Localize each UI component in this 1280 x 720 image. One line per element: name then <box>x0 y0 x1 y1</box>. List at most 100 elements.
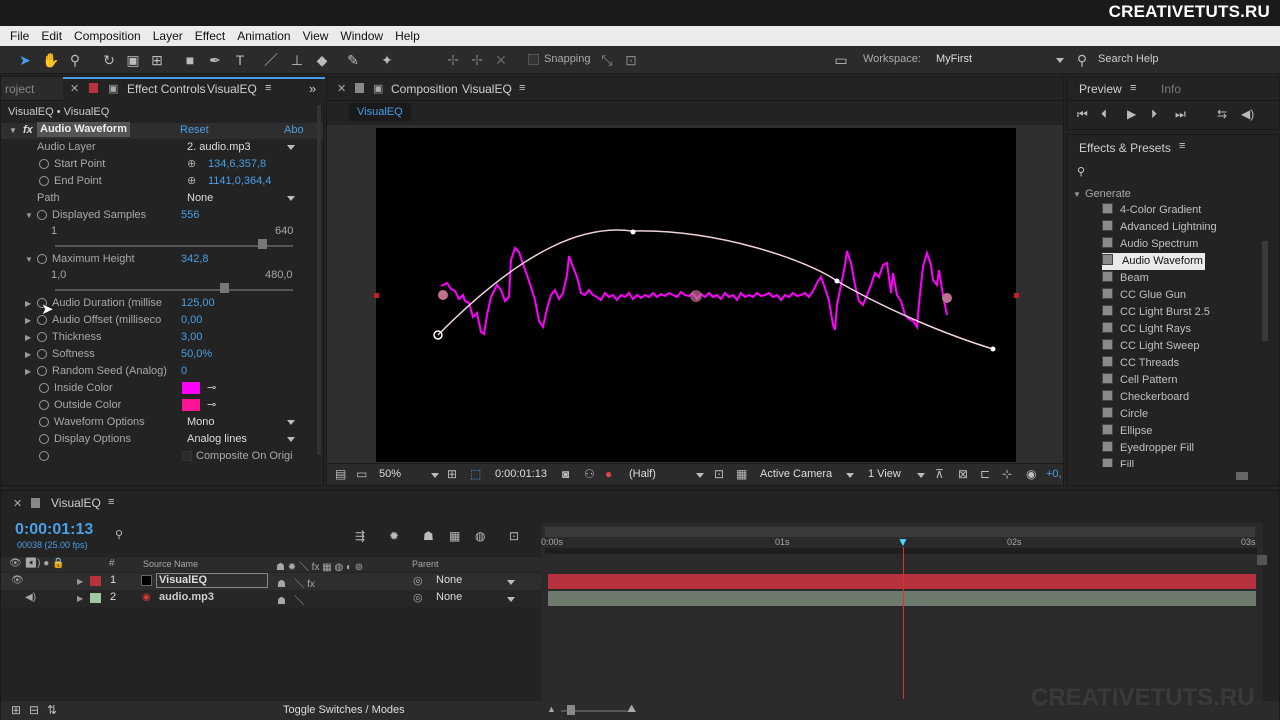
list-item[interactable]: CC Light Sweep <box>1102 338 1200 355</box>
draft-3d-icon[interactable]: ✹ <box>389 529 399 543</box>
stopwatch-icon[interactable] <box>39 400 49 411</box>
play-icon[interactable]: ▶ <box>1127 107 1136 121</box>
menu-view[interactable]: View <box>297 29 335 43</box>
layer-label-color[interactable] <box>90 593 101 603</box>
axis-view-icon[interactable]: ✕ <box>492 51 510 69</box>
menu-animation[interactable]: Animation <box>231 29 296 43</box>
graph-editor-icon[interactable]: ⊡ <box>509 529 519 543</box>
selection-tool-icon[interactable]: ➤ <box>16 51 34 69</box>
thickness-value[interactable]: 3,00 <box>181 329 202 346</box>
camera-tool-icon[interactable]: ▣ <box>124 51 142 69</box>
scroll-arrow-icon[interactable] <box>1257 555 1267 565</box>
pen-tool-icon[interactable]: ✒ <box>206 51 224 69</box>
type-tool-icon[interactable]: T <box>231 51 249 69</box>
new-folder-icon[interactable] <box>1236 472 1248 480</box>
pickwhip-icon[interactable]: ◎ <box>413 574 423 587</box>
zoom-select[interactable]: 50% <box>379 466 401 483</box>
eyedropper-icon[interactable]: ⊸ <box>207 397 216 414</box>
list-item[interactable]: Checkerboard <box>1102 389 1189 406</box>
tab-project[interactable]: roject <box>5 82 34 96</box>
list-item[interactable]: CC Threads <box>1102 355 1179 372</box>
list-item[interactable]: Audio Spectrum <box>1102 236 1198 253</box>
inside-color-swatch[interactable] <box>182 382 200 394</box>
stopwatch-icon[interactable] <box>39 176 49 187</box>
path-select[interactable]: None <box>187 192 213 204</box>
stopwatch-icon[interactable] <box>37 366 47 377</box>
panel-menu-icon[interactable]: ≡ <box>519 82 525 94</box>
source-name-header[interactable]: Source Name <box>143 559 198 569</box>
tab-timeline[interactable]: VisualEQ <box>51 496 101 510</box>
pan-behind-tool-icon[interactable]: ⊞ <box>148 51 166 69</box>
comp-timecode[interactable]: 0:00:01:13 <box>495 466 547 483</box>
puppet-tool-icon[interactable]: ✦ <box>378 51 396 69</box>
rotate-tool-icon[interactable]: ↻ <box>100 51 118 69</box>
rectangle-tool-icon[interactable]: ■ <box>181 51 199 69</box>
last-frame-icon[interactable]: ⏭ <box>1175 107 1186 122</box>
audio-duration-value[interactable]: 125,00 <box>181 295 215 312</box>
next-frame-icon[interactable]: ⏵ <box>1151 107 1157 122</box>
outside-color-swatch[interactable] <box>182 399 200 411</box>
motion-blur-icon[interactable]: ◍ <box>475 529 485 543</box>
layer-bar[interactable] <box>548 591 1256 606</box>
layer-label-color[interactable] <box>90 576 101 586</box>
menu-help[interactable]: Help <box>389 29 426 43</box>
modes-toggle-icon[interactable]: ⊟ <box>29 703 39 717</box>
always-preview-icon[interactable]: ▤ <box>335 467 346 481</box>
resolution-chevron-down-icon[interactable] <box>696 473 704 478</box>
snap-feather-icon[interactable]: ⤡ <box>598 51 616 69</box>
audio-layer-select[interactable]: 2. audio.mp3 <box>187 141 251 153</box>
eraser-tool-icon[interactable]: ◆ <box>313 51 331 69</box>
list-item[interactable]: Fill <box>1102 457 1134 467</box>
panel-menu-icon[interactable]: ≡ <box>108 496 114 508</box>
in-out-toggle-icon[interactable]: ⇅ <box>47 703 57 717</box>
monitor-icon[interactable]: ▭ <box>356 467 367 481</box>
list-item[interactable]: CC Light Burst 2.5 <box>1102 304 1210 321</box>
expand-triangle-icon[interactable]: ▶ <box>25 295 37 312</box>
previous-frame-icon[interactable]: ⏴ <box>1101 107 1107 122</box>
zoom-slider-handle[interactable] <box>567 705 575 715</box>
stopwatch-icon[interactable] <box>39 417 49 428</box>
displayed-samples-slider-handle[interactable] <box>258 239 268 249</box>
eye-icon[interactable]: 👁 <box>11 575 24 586</box>
list-item[interactable]: Cell Pattern <box>1102 372 1177 389</box>
expand-triangle-icon[interactable]: ▶ <box>25 363 37 380</box>
parent-header[interactable]: Parent <box>412 559 439 569</box>
fit-icon[interactable]: ⊞ <box>447 467 457 481</box>
menu-layer[interactable]: Layer <box>147 29 189 43</box>
stopwatch-icon[interactable] <box>37 349 47 360</box>
stopwatch-icon[interactable] <box>39 434 49 445</box>
camera-chevron-down-icon[interactable] <box>846 473 854 478</box>
category-label[interactable]: Generate <box>1085 188 1131 200</box>
region-icon[interactable]: ⬚ <box>470 467 481 481</box>
stopwatch-icon[interactable] <box>37 210 47 221</box>
resolution-select[interactable]: (Half) <box>629 466 656 483</box>
view-layout-select[interactable]: 1 View <box>868 466 901 483</box>
show-snapshot-icon[interactable]: ⚇ <box>584 467 595 481</box>
fast-preview-icon[interactable]: ⊡ <box>714 467 724 481</box>
expand-triangle-icon[interactable]: ▼ <box>25 207 37 224</box>
toggle-pixel-icon[interactable]: ⊼ <box>935 467 944 481</box>
parent-select[interactable]: None <box>436 574 462 586</box>
panel-menu-icon[interactable]: ≡ <box>1130 82 1136 94</box>
list-item[interactable]: Ellipse <box>1102 423 1152 440</box>
channel-icon[interactable]: ● <box>605 467 612 481</box>
workspace-select[interactable]: MyFirst <box>936 53 1066 65</box>
list-item[interactable]: 4-Color Gradient <box>1102 202 1201 219</box>
search-help-input[interactable]: Search Help <box>1098 53 1159 65</box>
roto-brush-tool-icon[interactable]: ✎ <box>344 51 362 69</box>
shy-icon[interactable]: ☗ <box>423 529 434 543</box>
comp-subtab[interactable]: VisualEQ <box>349 103 411 121</box>
stopwatch-icon[interactable] <box>39 159 49 170</box>
layer-switches-toggle-icon[interactable]: ⊞ <box>11 703 21 717</box>
display-options-select[interactable]: Analog lines <box>187 433 247 445</box>
playhead-handle-icon[interactable]: ▼ <box>897 535 909 549</box>
zoom-chevron-down-icon[interactable] <box>431 473 439 478</box>
audio-offset-value[interactable]: 0,00 <box>181 312 202 329</box>
fx-icon[interactable]: fx <box>23 122 33 139</box>
parent-chevron-down-icon[interactable] <box>507 580 515 585</box>
waveform-options-chevron-down-icon[interactable] <box>287 420 295 425</box>
comp-flowchart-icon[interactable]: ⊹ <box>1002 467 1012 481</box>
expand-triangle-icon[interactable]: ▶ <box>77 594 89 603</box>
zoom-out-icon[interactable]: ▲ <box>547 704 556 714</box>
scrollbar[interactable] <box>1262 241 1268 341</box>
